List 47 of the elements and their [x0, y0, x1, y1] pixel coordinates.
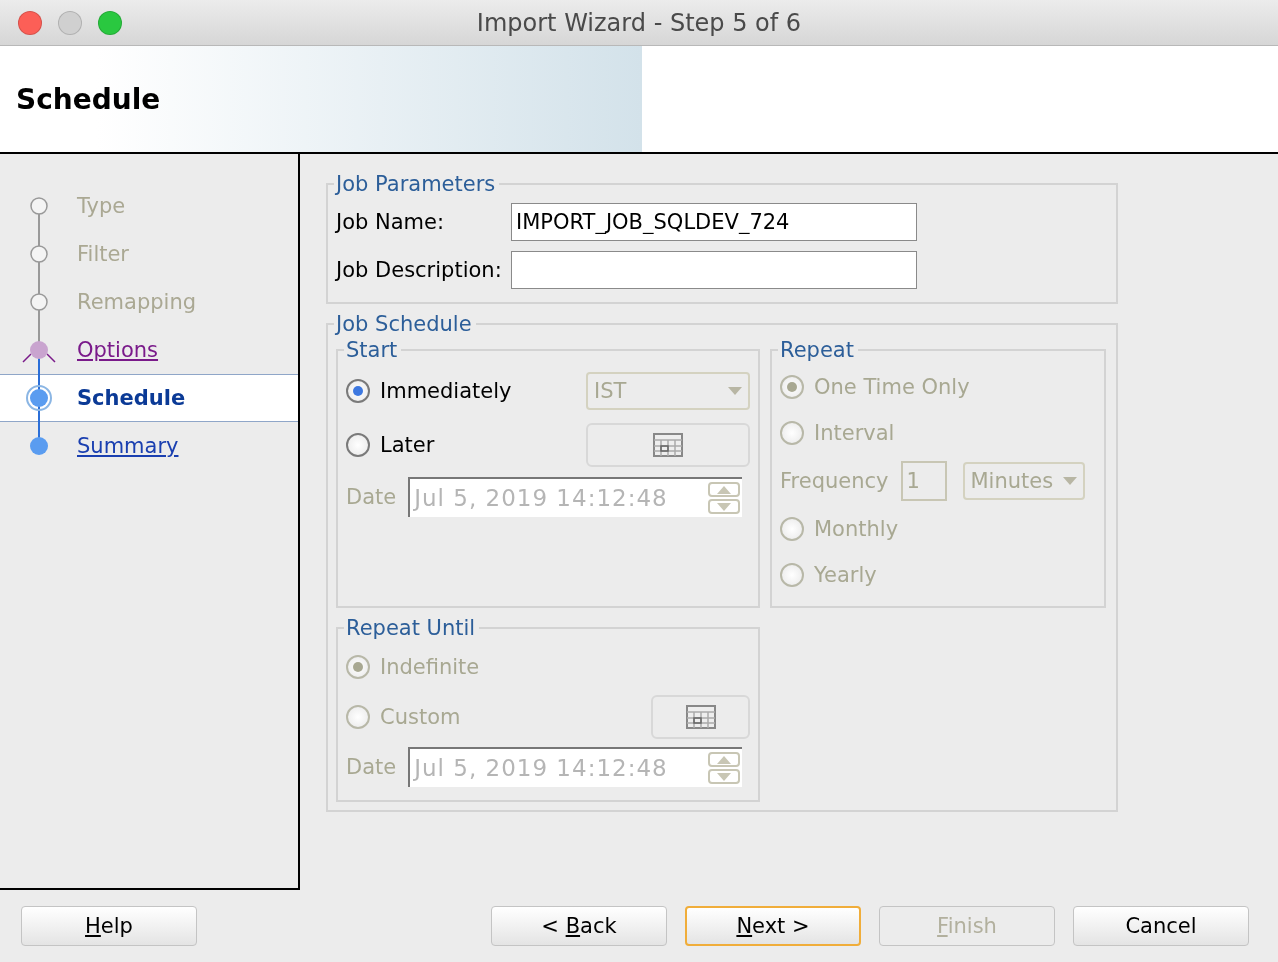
minimize-icon[interactable] [58, 10, 82, 35]
group-title: Start [345, 338, 399, 362]
frequency-label: Frequency [780, 469, 889, 493]
zoom-icon[interactable] [98, 10, 122, 35]
step-item[interactable]: Schedule [0, 374, 298, 422]
step-item[interactable]: Options [0, 326, 298, 374]
step-item[interactable]: Summary [0, 422, 298, 470]
down-arrow-icon [717, 502, 732, 511]
group-title: Repeat [779, 338, 855, 362]
dropdown-arrow-icon [1062, 477, 1077, 485]
step-item[interactable]: Type [0, 182, 298, 230]
radio-label: Custom [380, 705, 461, 729]
field-label: Job Description: [336, 258, 503, 282]
down-arrow-icon [717, 772, 732, 781]
radio-label: Yearly [814, 563, 877, 587]
radio-label: Immediately [380, 379, 512, 403]
dialog-button[interactable]: Help [21, 906, 197, 946]
calendar-button[interactable] [586, 423, 750, 467]
step-item[interactable]: Filter [0, 230, 298, 278]
calendar-icon [653, 433, 683, 457]
dialog-button[interactable]: Cancel [1073, 906, 1249, 946]
step-item[interactable]: Remapping [0, 278, 298, 326]
radio-label: Later [380, 433, 435, 457]
date-label: Date [346, 485, 397, 509]
calendar-icon [685, 705, 716, 729]
close-icon[interactable] [18, 10, 42, 35]
up-arrow-icon [717, 485, 732, 494]
radio-label: Monthly [814, 517, 899, 541]
input-field[interactable] [511, 251, 917, 289]
group-title: Job Parameters [334, 172, 497, 196]
calendar-button[interactable] [651, 695, 750, 739]
input-field[interactable]: IMPORT_JOB_SQLDEV_724 [511, 203, 917, 241]
dropdown-arrow-icon [728, 387, 742, 395]
group-title: Repeat Until [345, 616, 477, 640]
radio-label: One Time Only [814, 375, 970, 399]
radio-label: Interval [814, 421, 895, 445]
dialog-button[interactable]: < Back [491, 906, 667, 946]
group-title: Job Schedule [334, 312, 473, 336]
page-title: Schedule [16, 82, 161, 116]
window-title: Import Wizard - Step 5 of 6 [476, 8, 802, 37]
radio-button[interactable] [346, 433, 370, 457]
up-arrow-icon [717, 755, 732, 764]
radio-label: Indefinite [380, 655, 480, 679]
date-label: Date [346, 755, 397, 779]
dialog-button[interactable]: Next > [685, 906, 861, 946]
field-label: Job Name: [336, 210, 446, 234]
radio-button[interactable] [346, 379, 370, 403]
